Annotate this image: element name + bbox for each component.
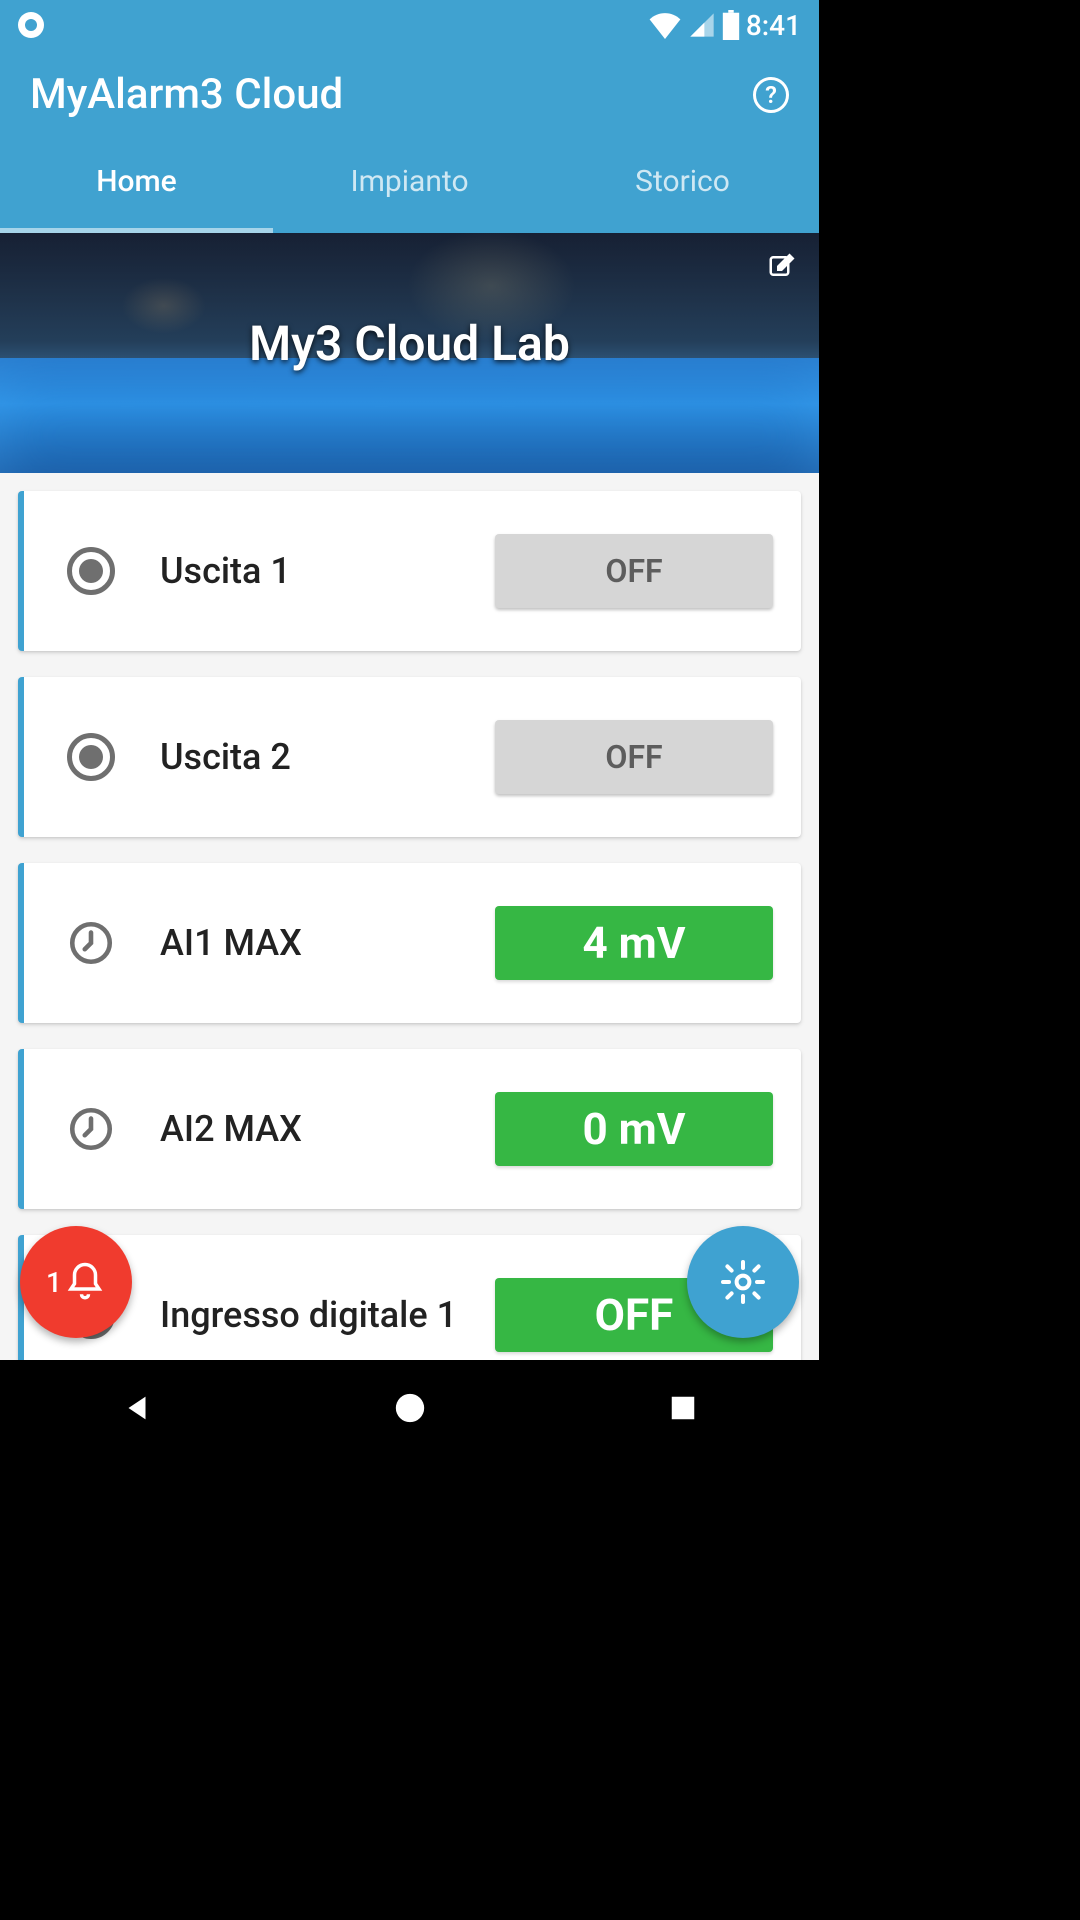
content-list[interactable]: Uscita 1 OFF Uscita 2 OFF AI1 MAX 4 mV A… <box>0 473 819 1360</box>
camera-indicator-icon <box>18 12 44 38</box>
app-title: MyAlarm3 Cloud <box>30 70 343 119</box>
settings-fab[interactable] <box>687 1226 799 1338</box>
tab-storico[interactable]: Storico <box>546 129 819 233</box>
tab-home[interactable]: Home <box>0 129 273 233</box>
edit-icon[interactable] <box>767 251 797 285</box>
nav-back-button[interactable] <box>77 1378 197 1438</box>
tabs: Home Impianto Storico <box>0 129 819 233</box>
card-label: Uscita 1 <box>160 550 495 592</box>
notification-count: 1 <box>46 1266 62 1299</box>
battery-icon <box>722 10 740 40</box>
status-time: 8:41 <box>746 9 801 42</box>
toggle-button[interactable]: OFF <box>495 720 773 794</box>
card-ai1-max[interactable]: AI1 MAX 4 mV <box>18 863 801 1023</box>
hero-banner: My3 Cloud Lab <box>0 233 819 473</box>
value-display[interactable]: 4 mV <box>495 906 773 980</box>
system-nav-bar <box>0 1360 819 1456</box>
app-bar: MyAlarm3 Cloud ? <box>0 50 819 129</box>
card-uscita-1[interactable]: Uscita 1 OFF <box>18 491 801 651</box>
value-display[interactable]: 0 mV <box>495 1092 773 1166</box>
output-circle-icon <box>64 544 118 598</box>
notifications-fab[interactable]: 1 <box>20 1226 132 1338</box>
tab-impianto[interactable]: Impianto <box>273 129 546 233</box>
tab-label: Storico <box>635 164 730 199</box>
card-ingresso-digitale-1[interactable]: Ingresso digitale 1 OFF <box>18 1235 801 1360</box>
gear-icon <box>719 1258 767 1306</box>
output-circle-icon <box>64 730 118 784</box>
signal-icon <box>688 11 716 39</box>
nav-recent-button[interactable] <box>623 1378 743 1438</box>
status-left <box>18 12 44 38</box>
card-label: AI2 MAX <box>160 1108 495 1150</box>
tab-label: Home <box>96 164 177 199</box>
card-label: Ingresso digitale 1 <box>160 1294 495 1336</box>
bell-icon <box>64 1261 106 1303</box>
help-icon[interactable]: ? <box>753 77 789 113</box>
card-label: Uscita 2 <box>160 736 495 778</box>
timer-icon <box>64 1102 118 1156</box>
timer-icon <box>64 916 118 970</box>
hero-title: My3 Cloud Lab <box>249 315 570 372</box>
card-label: AI1 MAX <box>160 922 495 964</box>
home-circle-icon <box>393 1391 427 1425</box>
status-bar: 8:41 <box>0 0 819 50</box>
tab-label: Impianto <box>350 164 468 199</box>
card-uscita-2[interactable]: Uscita 2 OFF <box>18 677 801 837</box>
nav-home-button[interactable] <box>350 1378 470 1438</box>
toggle-button[interactable]: OFF <box>495 534 773 608</box>
recent-square-icon <box>668 1393 698 1423</box>
back-triangle-icon <box>120 1391 154 1425</box>
card-ai2-max[interactable]: AI2 MAX 0 mV <box>18 1049 801 1209</box>
status-right: 8:41 <box>648 9 801 42</box>
wifi-icon <box>648 11 682 39</box>
